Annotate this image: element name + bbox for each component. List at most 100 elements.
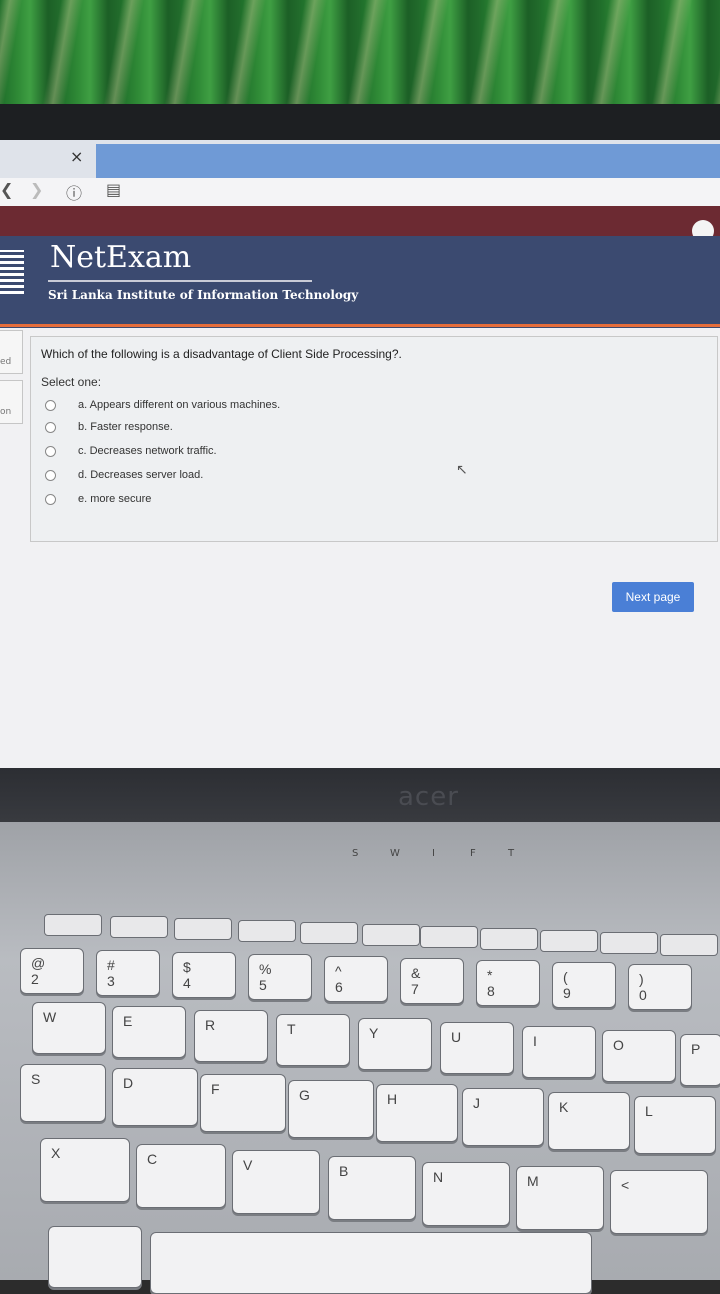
radio-button[interactable] xyxy=(45,469,56,481)
key-label: 2 xyxy=(31,971,39,987)
key-5[interactable]: % 5 xyxy=(248,954,312,1000)
answer-option-b[interactable]: b. Faster response. xyxy=(45,417,173,437)
key-k[interactable]: K xyxy=(548,1092,630,1150)
option-label: c. Decreases network traffic. xyxy=(78,445,217,457)
option-label: d. Decreases server load. xyxy=(78,469,204,481)
key-i[interactable]: I xyxy=(522,1026,596,1078)
sliit-logo-icon xyxy=(0,250,24,294)
key-label: O xyxy=(613,1037,624,1053)
key-n[interactable]: N xyxy=(422,1162,510,1226)
function-key[interactable] xyxy=(600,932,658,954)
key-m[interactable]: M xyxy=(516,1166,604,1230)
function-key[interactable] xyxy=(110,916,168,938)
function-key[interactable] xyxy=(238,920,296,942)
key-v[interactable]: V xyxy=(232,1150,320,1214)
key-label: 8 xyxy=(487,983,495,999)
brand-title: NetExam xyxy=(50,240,192,275)
key-symbol: % xyxy=(259,961,272,977)
radio-button[interactable] xyxy=(45,421,56,433)
key-symbol: ( xyxy=(563,969,568,985)
key-label: 4 xyxy=(183,975,191,991)
reader-icon[interactable]: ▤ xyxy=(106,180,121,199)
header-accent-line xyxy=(0,324,720,327)
key-label: 3 xyxy=(107,973,115,989)
key-label: K xyxy=(559,1099,569,1115)
key-e[interactable]: E xyxy=(112,1006,186,1058)
key-s[interactable]: S xyxy=(20,1064,106,1122)
radio-button[interactable] xyxy=(45,493,56,505)
key-c[interactable]: C xyxy=(136,1144,226,1208)
key-j[interactable]: J xyxy=(462,1088,544,1146)
info-icon[interactable]: ⓘ xyxy=(66,180,82,204)
function-key[interactable] xyxy=(540,930,598,952)
function-key[interactable] xyxy=(420,926,478,948)
laptop-hinge xyxy=(0,768,720,830)
answer-option-d[interactable]: d. Decreases server load. xyxy=(45,465,203,485)
answer-option-e[interactable]: e. more secure xyxy=(45,489,151,509)
key-u[interactable]: U xyxy=(440,1022,514,1074)
key-o[interactable]: O xyxy=(602,1030,676,1082)
key-y[interactable]: Y xyxy=(358,1018,432,1070)
function-key[interactable] xyxy=(660,934,718,956)
key-0[interactable]: ) 0 xyxy=(628,964,692,1010)
browser-active-tab[interactable] xyxy=(96,144,720,178)
side-nav-tab[interactable]: ed xyxy=(0,330,23,374)
key-label: 0 xyxy=(639,987,647,1003)
key-9[interactable]: (9 xyxy=(552,962,616,1008)
browser-tab-strip: × xyxy=(0,140,720,178)
key-w[interactable]: W xyxy=(32,1002,106,1054)
key-l[interactable]: L xyxy=(634,1096,716,1154)
key-p[interactable]: P xyxy=(680,1034,720,1086)
radio-button[interactable] xyxy=(45,399,56,411)
option-label: b. Faster response. xyxy=(78,421,173,433)
side-nav-tab[interactable]: on xyxy=(0,380,23,424)
key-label: 5 xyxy=(259,977,267,993)
key-label: M xyxy=(527,1173,539,1189)
key-d[interactable]: D xyxy=(112,1068,198,1126)
key-3[interactable]: #3 xyxy=(96,950,160,996)
tab-close-icon[interactable]: × xyxy=(70,147,83,166)
side-tab-label: on xyxy=(0,407,12,417)
key-8[interactable]: * 8 xyxy=(476,960,540,1006)
function-key[interactable] xyxy=(174,918,232,940)
key-alt[interactable] xyxy=(48,1226,142,1288)
key-space[interactable] xyxy=(150,1232,592,1294)
key-4[interactable]: $4 xyxy=(172,952,236,998)
radio-button[interactable] xyxy=(45,445,56,457)
key-6[interactable]: ^ 6 xyxy=(324,956,388,1002)
next-page-button[interactable]: Next page xyxy=(612,582,694,612)
speaker-label: S xyxy=(352,848,359,859)
key-comma[interactable]: < xyxy=(610,1170,708,1234)
function-key[interactable] xyxy=(362,924,420,946)
answer-option-c[interactable]: c. Decreases network traffic. xyxy=(45,441,217,461)
key-label: 7 xyxy=(411,981,419,997)
key-label: D xyxy=(123,1075,134,1091)
key-h[interactable]: H xyxy=(376,1084,458,1142)
speaker-label: W xyxy=(390,848,400,859)
answer-option-a[interactable]: a. Appears different on various machines… xyxy=(45,395,280,415)
background-curtain xyxy=(0,0,720,112)
browser-toolbar: ❮ ❯ ⓘ ▤ xyxy=(0,178,720,206)
key-symbol: @ xyxy=(31,955,46,971)
function-key[interactable] xyxy=(480,928,538,950)
key-symbol: ) xyxy=(639,971,644,987)
function-key[interactable] xyxy=(300,922,358,944)
key-r[interactable]: R xyxy=(194,1010,268,1062)
key-x[interactable]: X xyxy=(40,1138,130,1202)
key-label: 9 xyxy=(563,985,571,1001)
key-label: L xyxy=(645,1103,653,1119)
key-7[interactable]: & 7 xyxy=(400,958,464,1004)
key-f[interactable]: F xyxy=(200,1074,286,1132)
key-label: X xyxy=(51,1145,61,1161)
forward-icon[interactable]: ❯ xyxy=(30,180,43,199)
key-g[interactable]: G xyxy=(288,1080,374,1138)
key-t[interactable]: T xyxy=(276,1014,350,1066)
back-icon[interactable]: ❮ xyxy=(0,180,13,199)
key-b[interactable]: B xyxy=(328,1156,416,1220)
key-label: V xyxy=(243,1157,253,1173)
key-2[interactable]: @2 xyxy=(20,948,84,994)
brand-divider xyxy=(48,280,312,282)
function-key[interactable] xyxy=(44,914,102,936)
key-label: E xyxy=(123,1013,133,1029)
question-text: Which of the following is a disadvantage… xyxy=(41,347,402,361)
